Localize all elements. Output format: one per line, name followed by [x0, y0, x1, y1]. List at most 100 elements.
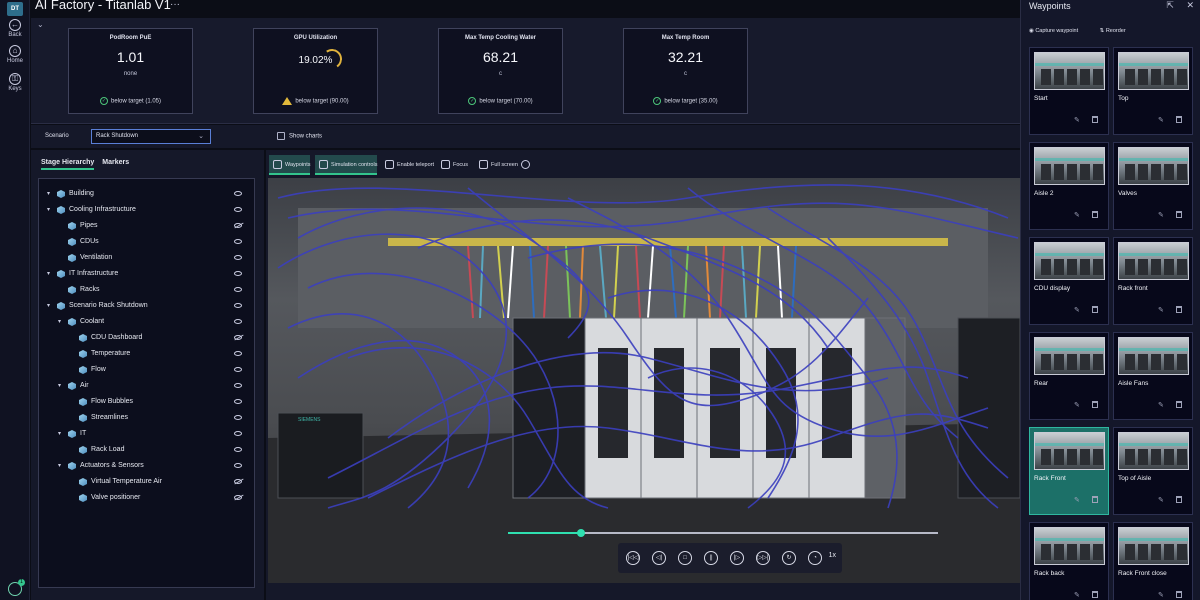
trash-icon[interactable] — [1176, 116, 1182, 123]
tree-item[interactable]: Virtual Temperature Air — [39, 475, 254, 489]
scenario-select[interactable]: Rack Shutdown ⌄ — [91, 129, 211, 144]
simulation-controls-button[interactable]: Simulation controls — [315, 155, 378, 175]
eye-icon[interactable] — [234, 383, 242, 388]
caret-down-icon[interactable]: ▾ — [47, 203, 53, 217]
trash-icon[interactable] — [1176, 496, 1182, 503]
home-button[interactable]: ⌂ Home — [0, 45, 30, 64]
eye-icon[interactable] — [234, 271, 242, 276]
more-options-icon[interactable]: ··· — [170, 0, 180, 10]
waypoint-card[interactable]: Top of Aisle ✎ — [1113, 427, 1193, 515]
timeline-track[interactable] — [508, 529, 938, 537]
waypoint-card[interactable]: Rack front ✎ — [1113, 237, 1193, 325]
tree-item[interactable]: ▾ Cooling Infrastructure — [39, 203, 254, 217]
eye-icon[interactable] — [234, 287, 242, 292]
pause-icon[interactable]: || — [704, 551, 718, 565]
edit-icon[interactable]: ✎ — [1074, 591, 1080, 599]
eye-icon[interactable] — [234, 191, 242, 196]
tree-item[interactable]: Rack Load — [39, 443, 254, 457]
eye-icon[interactable] — [234, 319, 242, 324]
keys-button[interactable]: ⚿ Keys — [0, 73, 30, 92]
edit-icon[interactable]: ✎ — [1158, 306, 1164, 314]
caret-down-icon[interactable]: ▾ — [58, 459, 64, 473]
user-status-button[interactable]: 1 — [8, 579, 25, 596]
trash-icon[interactable] — [1176, 306, 1182, 313]
waypoint-card[interactable]: Top ✎ — [1113, 47, 1193, 135]
tree-item[interactable]: Valve positioner — [39, 491, 254, 505]
eye-icon[interactable] — [234, 303, 242, 308]
caret-down-icon[interactable]: ▾ — [47, 187, 53, 201]
trash-icon[interactable] — [1092, 306, 1098, 313]
loop-icon[interactable]: ↻ — [782, 551, 796, 565]
step-forward-icon[interactable]: |▷ — [730, 551, 744, 565]
eye-icon[interactable] — [234, 239, 242, 244]
export-icon[interactable]: ⇱ — [1166, 0, 1174, 10]
capture-waypoint-button[interactable]: ◉ Capture waypoint — [1029, 28, 1088, 34]
tab-markers[interactable]: Markers — [102, 159, 129, 168]
full-screen-button[interactable]: Full screen — [475, 155, 518, 175]
tree-item[interactable]: Flow — [39, 363, 254, 377]
edit-icon[interactable]: ✎ — [1074, 401, 1080, 409]
edit-icon[interactable]: ✎ — [1074, 211, 1080, 219]
eye-icon[interactable] — [234, 351, 242, 356]
tree-item[interactable]: ▾ IT — [39, 427, 254, 441]
trash-icon[interactable] — [1092, 116, 1098, 123]
reorder-button[interactable]: ⇅ Reorder — [1100, 28, 1136, 34]
edit-icon[interactable]: ✎ — [1158, 211, 1164, 219]
waypoint-card[interactable]: CDU display ✎ — [1029, 237, 1109, 325]
caret-down-icon[interactable]: ▾ — [58, 379, 64, 393]
focus-button[interactable]: Focus — [437, 155, 468, 175]
waypoint-card[interactable]: Valves ✎ — [1113, 142, 1193, 230]
show-charts-checkbox[interactable]: Show charts — [277, 132, 322, 140]
eye-icon[interactable] — [234, 447, 242, 452]
waypoints-button[interactable]: Waypoints — [269, 155, 311, 175]
tree-item[interactable]: CDU Dashboard — [39, 331, 254, 345]
tree-item[interactable]: Temperature — [39, 347, 254, 361]
tree-item[interactable]: Flow Bubbles — [39, 395, 254, 409]
caret-down-icon[interactable]: ▾ — [47, 299, 53, 313]
skip-end-icon[interactable]: ▷▷| — [756, 551, 770, 565]
trash-icon[interactable] — [1176, 401, 1182, 408]
info-button[interactable] — [517, 155, 531, 175]
tree-item[interactable]: ▾ Scenario Rack Shutdown — [39, 299, 254, 313]
eye-icon[interactable] — [234, 255, 242, 260]
edit-icon[interactable]: ✎ — [1074, 116, 1080, 124]
eye-icon[interactable] — [234, 399, 242, 404]
trash-icon[interactable] — [1092, 591, 1098, 598]
eye-icon[interactable] — [234, 463, 242, 468]
trash-icon[interactable] — [1176, 591, 1182, 598]
stop-icon[interactable]: □ — [678, 551, 692, 565]
tree-item[interactable]: Streamlines — [39, 411, 254, 425]
eye-off-icon[interactable] — [234, 495, 242, 500]
waypoint-card[interactable]: Aisle Fans ✎ — [1113, 332, 1193, 420]
chevron-down-icon[interactable]: ⌄ — [37, 20, 44, 29]
enable-teleport-button[interactable]: Enable teleport — [381, 155, 434, 175]
eye-icon[interactable] — [234, 367, 242, 372]
tree-item[interactable]: Pipes — [39, 219, 254, 233]
tree-item[interactable]: CDUs — [39, 235, 254, 249]
waypoint-card[interactable]: Rear ✎ — [1029, 332, 1109, 420]
skip-start-icon[interactable]: |◁◁ — [626, 551, 640, 565]
eye-off-icon[interactable] — [234, 479, 242, 484]
waypoint-card[interactable]: Start ✎ — [1029, 47, 1109, 135]
edit-icon[interactable]: ✎ — [1158, 591, 1164, 599]
waypoint-card[interactable]: Rack Front ✎ — [1029, 427, 1109, 515]
edit-icon[interactable]: ✎ — [1158, 116, 1164, 124]
playback-speed[interactable]: 1x — [829, 552, 836, 559]
edit-icon[interactable]: ✎ — [1158, 401, 1164, 409]
tree-item[interactable]: ▾ Coolant — [39, 315, 254, 329]
caret-down-icon[interactable]: ▾ — [58, 315, 64, 329]
tab-stage-hierarchy[interactable]: Stage Hierarchy — [41, 159, 95, 170]
eye-icon[interactable] — [234, 207, 242, 212]
waypoint-card[interactable]: Aisle 2 ✎ — [1029, 142, 1109, 230]
eye-icon[interactable] — [234, 415, 242, 420]
speed-gauge-icon[interactable]: ◔ — [808, 551, 822, 565]
caret-down-icon[interactable]: ▾ — [58, 427, 64, 441]
tree-item[interactable]: Ventilation — [39, 251, 254, 265]
eye-icon[interactable] — [234, 431, 242, 436]
3d-viewport[interactable]: SIEMENS 1x |◁◁ ◁| □ || |▷ ▷▷| ↻ ◔ — [268, 178, 1020, 583]
tree-item[interactable]: ▾ Air — [39, 379, 254, 393]
step-back-icon[interactable]: ◁| — [652, 551, 666, 565]
waypoint-card[interactable]: Rack Front close ✎ — [1113, 522, 1193, 600]
tree-item[interactable]: Racks — [39, 283, 254, 297]
eye-off-icon[interactable] — [234, 223, 242, 228]
